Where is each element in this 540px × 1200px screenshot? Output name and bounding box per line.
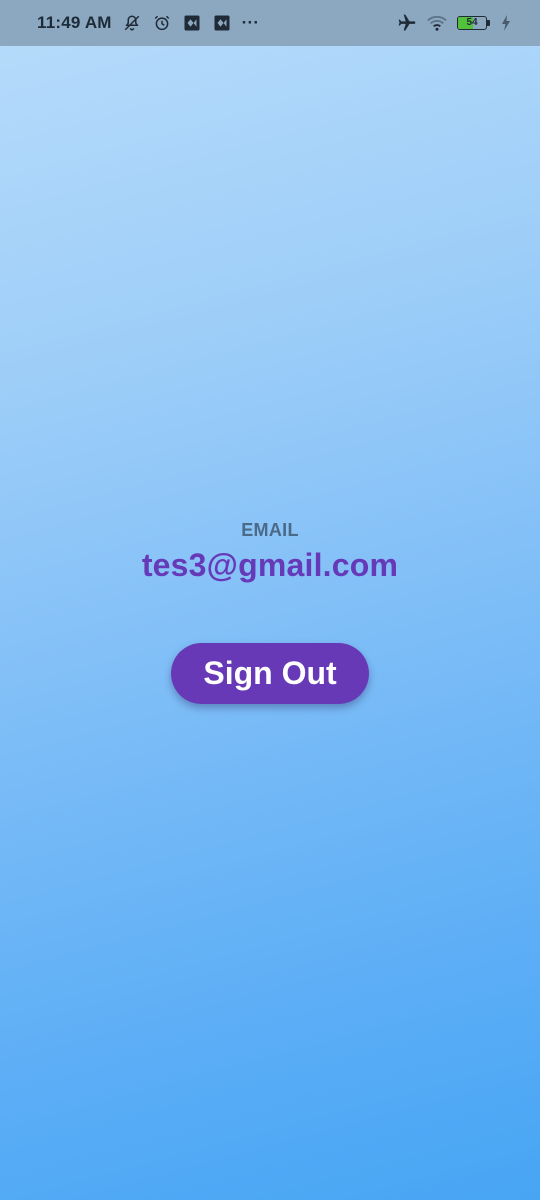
more-notifications-icon: ··· xyxy=(241,13,260,32)
status-time: 11:49 AM xyxy=(37,13,112,32)
battery-cap xyxy=(487,20,490,26)
status-bar-right: 54 xyxy=(397,13,512,33)
notifications-off-icon xyxy=(122,13,142,33)
wifi-icon xyxy=(427,13,447,33)
alarm-icon xyxy=(152,13,172,33)
profile-section: EMAIL tes3@gmail.com xyxy=(0,520,540,584)
email-value: tes3@gmail.com xyxy=(141,547,399,583)
battery-icon: 54 xyxy=(457,16,490,30)
app-notification-icon xyxy=(212,13,232,33)
battery-body: 54 xyxy=(457,16,487,30)
app-screen: 11:49 AM ··· 54 EMAIL tes3@gmail.com Sig… xyxy=(0,0,540,1200)
app-notification-icon xyxy=(182,13,202,33)
battery-level: 54 xyxy=(466,17,478,28)
charging-icon xyxy=(500,13,512,33)
airplane-mode-icon xyxy=(397,13,417,33)
status-bar: 11:49 AM ··· 54 xyxy=(0,0,540,46)
sign-out-button[interactable]: Sign Out xyxy=(171,643,369,704)
email-label: EMAIL xyxy=(241,520,299,540)
status-bar-left: 11:49 AM ··· xyxy=(37,13,259,33)
